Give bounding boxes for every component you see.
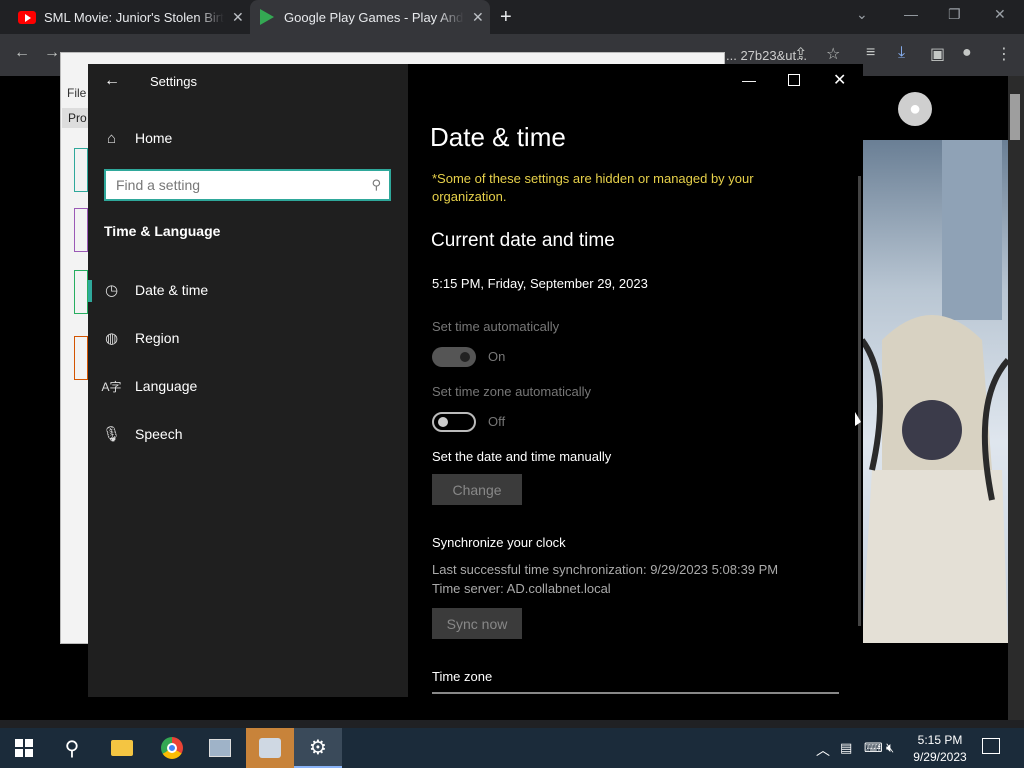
- sync-heading: Synchronize your clock: [432, 535, 566, 550]
- set-time-auto-label: Set time automatically: [432, 319, 560, 334]
- background-thumbnail: [74, 208, 88, 252]
- play-icon: [260, 9, 274, 25]
- youtube-icon: [18, 10, 36, 24]
- sidebar-item-language[interactable]: A字 Language: [88, 364, 408, 408]
- app-icon[interactable]: [196, 728, 244, 768]
- set-time-auto-state: On: [488, 349, 506, 364]
- background-menu-file[interactable]: File: [67, 86, 86, 100]
- sync-server: Time server: AD.collabnet.local: [432, 581, 611, 596]
- timezone-label: Time zone: [432, 669, 493, 684]
- sidebar-item-speech[interactable]: 🎙︎ Speech: [88, 412, 408, 456]
- search-placeholder: Find a setting: [116, 177, 201, 193]
- globe-icon: ◍: [104, 330, 119, 347]
- tab-search-icon[interactable]: ⌄: [856, 6, 868, 23]
- download-icon[interactable]: ⤓: [898, 44, 905, 62]
- nav-home[interactable]: ⌂ Home: [88, 116, 408, 160]
- sidebar-item-label: Region: [135, 330, 180, 346]
- microphone-icon: 🎙︎: [101, 426, 122, 443]
- sidebar-item-label: Date & time: [135, 282, 209, 298]
- bookmark-star-icon[interactable]: ☆: [826, 44, 840, 64]
- show-hidden-icons[interactable]: ︿: [816, 740, 830, 760]
- set-tz-auto-label: Set time zone automatically: [432, 384, 591, 399]
- settings-window: ← Settings ⌂ Home Find a setting ⚲ Time …: [88, 64, 863, 697]
- tab-title: Google Play Games - Play Android Games o…: [284, 9, 464, 25]
- profile-icon[interactable]: ●: [962, 44, 972, 62]
- new-tab-icon[interactable]: +: [500, 6, 512, 29]
- timezone-dropdown[interactable]: [432, 692, 839, 697]
- change-button[interactable]: Change: [432, 474, 522, 505]
- start-button[interactable]: [0, 728, 48, 768]
- background-tab[interactable]: Pro: [62, 108, 90, 128]
- mouse-cursor: [855, 412, 861, 426]
- back-icon[interactable]: ←: [14, 44, 30, 62]
- manual-label: Set the date and time manually: [432, 449, 612, 464]
- current-date-heading: Current date and time: [431, 230, 615, 251]
- close-window-icon[interactable]: ✕: [994, 6, 1006, 23]
- active-app-icon[interactable]: [246, 728, 294, 768]
- close-icon[interactable]: ✕: [833, 70, 846, 90]
- home-icon: ⌂: [106, 129, 117, 147]
- side-panel-icon[interactable]: ▣: [930, 44, 945, 64]
- sidebar-item-date-time[interactable]: ◷ Date & time: [88, 268, 408, 312]
- language-icon: A字: [101, 379, 122, 394]
- page-scrollbar[interactable]: [1008, 76, 1024, 720]
- sync-last: Last successful time synchronization: 9/…: [432, 562, 779, 577]
- clock-time: 5:15 PM: [917, 733, 963, 747]
- sidebar-item-label: Language: [135, 378, 198, 394]
- nav-home-label: Home: [135, 130, 173, 146]
- set-tz-auto-state: Off: [488, 414, 506, 429]
- share-icon[interactable]: ⇪: [794, 44, 807, 64]
- forward-icon[interactable]: →: [44, 44, 60, 62]
- search-icon[interactable]: ⚲: [371, 177, 381, 193]
- sidebar-item-label: Speech: [135, 426, 183, 442]
- set-tz-auto-toggle[interactable]: [432, 412, 476, 432]
- windows-icon: [15, 739, 33, 757]
- page-title: Date & time: [430, 122, 566, 152]
- browser-tab-youtube[interactable]: SML Movie: Junior's Stolen Birthday ✕: [8, 0, 248, 34]
- settings-sidebar: ← Settings ⌂ Home Find a setting ⚲ Time …: [88, 64, 408, 697]
- sidebar-item-region[interactable]: ◍ Region: [88, 316, 408, 360]
- clock[interactable]: 5:15 PM 9/29/2023: [912, 732, 968, 766]
- current-date-value: 5:15 PM, Friday, September 29, 2023: [432, 276, 648, 291]
- tab-title: SML Movie: Junior's Stolen Birthday: [44, 9, 224, 25]
- toggle-knob: [438, 417, 448, 427]
- menu-icon[interactable]: ⋮: [996, 44, 1012, 64]
- set-time-auto-toggle[interactable]: [432, 347, 476, 367]
- ethernet-icon[interactable]: ⌨: [864, 740, 883, 756]
- settings-content: — ✕ Date & time *Some of these settings …: [408, 64, 863, 697]
- background-thumbnail: [74, 148, 88, 192]
- volume-muted-icon[interactable]: 🔇︎: [886, 740, 894, 756]
- window-title: Settings: [150, 74, 197, 89]
- background-thumbnail: [74, 270, 88, 314]
- clock-calendar-icon: ◷: [104, 282, 119, 299]
- background-thumbnail: [74, 336, 88, 380]
- selection-indicator: [88, 280, 92, 302]
- page-scrollbar-thumb[interactable]: [1010, 94, 1020, 140]
- content-scrollbar[interactable]: [858, 176, 861, 626]
- settings-gear-icon[interactable]: ⚙: [294, 728, 342, 768]
- avatar[interactable]: ●: [898, 92, 932, 126]
- maximize-icon[interactable]: [788, 74, 800, 86]
- close-tab-icon[interactable]: ✕: [232, 9, 244, 26]
- sync-now-button[interactable]: Sync now: [432, 608, 522, 639]
- media-control-icon[interactable]: ≡: [866, 44, 875, 62]
- search-icon[interactable]: ⚲: [48, 728, 96, 768]
- close-tab-icon[interactable]: ✕: [472, 9, 484, 26]
- managed-notice: *Some of these settings are hidden or ma…: [432, 171, 754, 204]
- minimize-icon[interactable]: —: [904, 6, 918, 22]
- chrome-icon[interactable]: [148, 728, 196, 768]
- notification-icon[interactable]: [982, 738, 1000, 754]
- browser-tab-play-games[interactable]: Google Play Games - Play Android Games o…: [250, 0, 490, 34]
- clock-date: 9/29/2023: [913, 750, 967, 764]
- back-arrow-icon[interactable]: ←: [104, 72, 120, 90]
- restore-icon[interactable]: ❐: [948, 6, 961, 23]
- network-icon[interactable]: ▤: [840, 740, 852, 756]
- minimize-icon[interactable]: —: [742, 72, 756, 88]
- search-input[interactable]: Find a setting ⚲: [104, 169, 391, 201]
- section-title: Time & Language: [104, 223, 221, 239]
- toggle-knob: [460, 352, 470, 362]
- game-character-image: [859, 140, 1011, 643]
- file-explorer-icon[interactable]: [98, 728, 146, 768]
